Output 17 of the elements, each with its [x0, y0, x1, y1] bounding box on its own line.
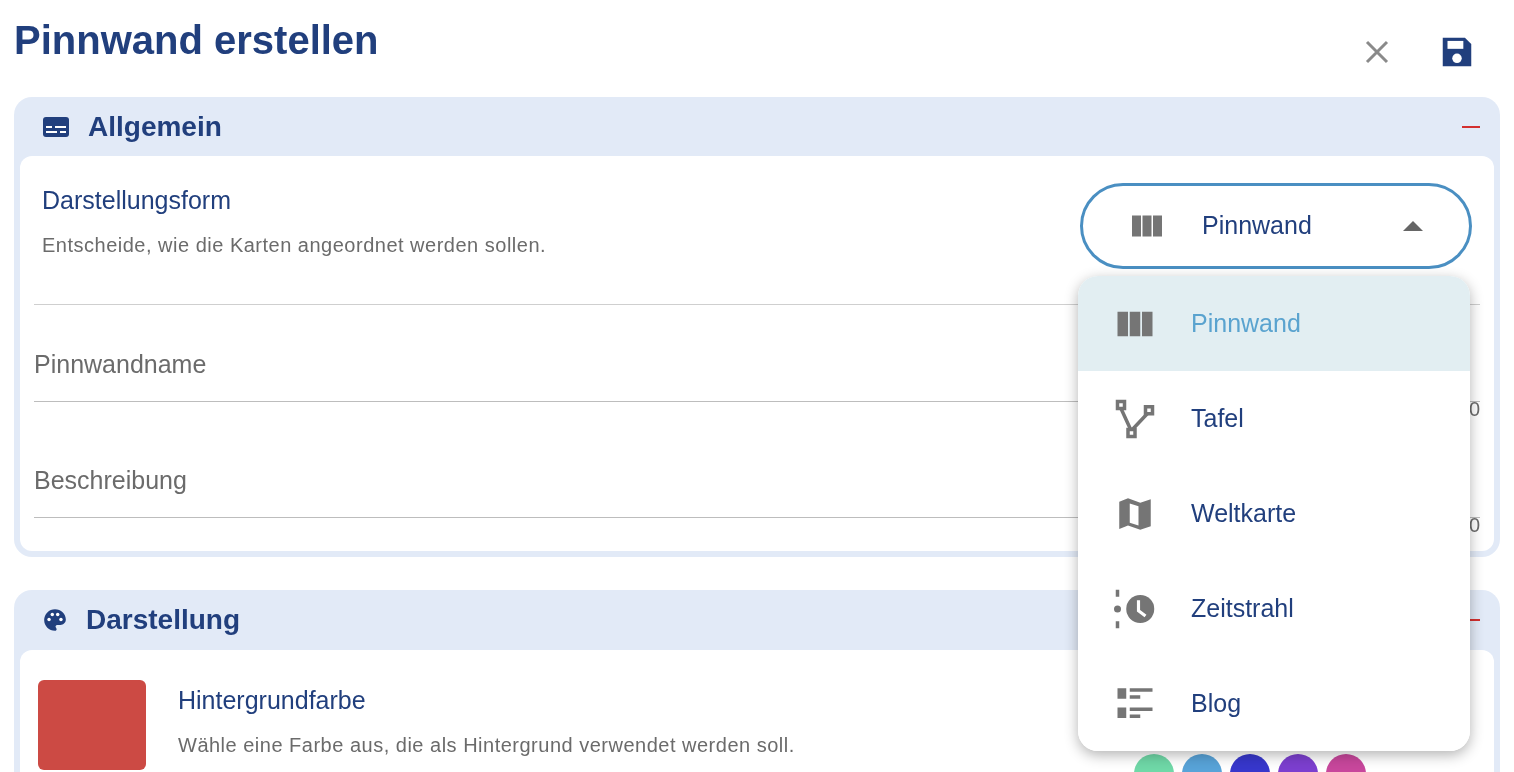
section-title: Allgemein [88, 109, 222, 144]
menu-item[interactable]: Tafel [1078, 371, 1470, 466]
setting-label: Darstellungsform [42, 185, 232, 217]
timeline-clock-icon [1114, 587, 1156, 630]
palette-icon [42, 607, 68, 633]
setting-description: Entscheide, wie die Karten angeordnet werden sollen. [42, 232, 547, 258]
section-title: Darstellung [86, 603, 241, 637]
caret-icon [1403, 221, 1423, 231]
nodes-icon [1114, 397, 1156, 440]
layout-select[interactable]: Pinnwand [1080, 183, 1472, 269]
menu-item[interactable]: Weltkarte [1078, 466, 1470, 561]
page-title: Pinnwand erstellen [14, 17, 379, 64]
menu-item[interactable]: Zeitstrahl [1078, 561, 1470, 656]
setting-description: Wähle eine Farbe aus, die als Hintergrund verwendet werden soll. [178, 732, 795, 758]
menu-item[interactable]: Blog [1078, 656, 1470, 751]
form-icon [42, 115, 70, 138]
setting-label: Hintergrundfarbe [178, 685, 367, 716]
